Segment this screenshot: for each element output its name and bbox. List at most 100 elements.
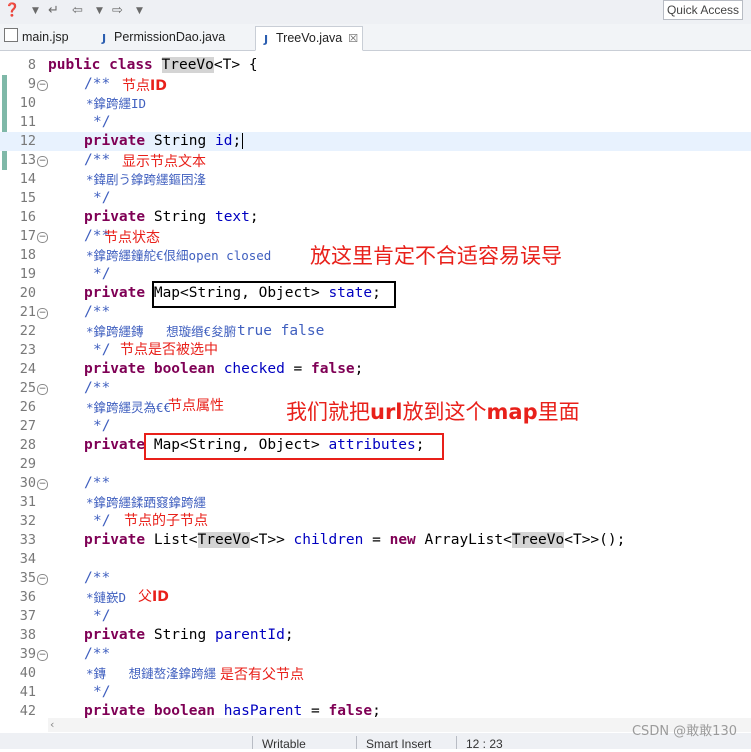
forward-icon[interactable]: ⇨ bbox=[112, 3, 123, 19]
code-line: 36 *鏈嶔D bbox=[0, 588, 751, 607]
code-line: 35 − /** bbox=[0, 569, 751, 588]
line-number: 13 bbox=[19, 152, 36, 168]
annotation-parent-id: 父ID bbox=[138, 589, 169, 605]
annotation-node-attributes: 节点属性 bbox=[168, 398, 224, 414]
code-line: 34 bbox=[0, 550, 751, 569]
tab-permissiondao-java[interactable]: J PermissionDao.java bbox=[98, 26, 225, 49]
line-number: 38 bbox=[19, 627, 36, 643]
line-number: 24 bbox=[19, 361, 36, 377]
line-number: 20 bbox=[19, 285, 36, 301]
text-cursor bbox=[242, 133, 244, 149]
line-number: 16 bbox=[19, 209, 36, 225]
fold-collapse-icon[interactable]: − bbox=[37, 80, 48, 91]
tab-main-jsp[interactable]: main.jsp bbox=[4, 26, 69, 49]
line-number: 37 bbox=[19, 608, 36, 624]
status-separator bbox=[356, 736, 357, 749]
line-number: 27 bbox=[19, 418, 36, 434]
code-line: 22 *鎿跨纆鏄 想璇缗€夋腑 true false bbox=[0, 322, 751, 341]
code-line: 31 *鎿跨纆鍒跴窡鎿跨纆 bbox=[0, 493, 751, 512]
annotation-checked: 节点是否被选中 bbox=[120, 342, 218, 358]
fold-collapse-icon[interactable]: − bbox=[37, 574, 48, 585]
line-content: *鎿跨纆鏄 想璇缗€夋腑 bbox=[86, 324, 237, 339]
line-content: /** bbox=[84, 475, 111, 491]
fold-collapse-icon[interactable]: − bbox=[37, 232, 48, 243]
line-number: 40 bbox=[19, 665, 36, 681]
code-line: 42 private boolean hasParent = false; bbox=[0, 702, 751, 718]
tab-label: main.jsp bbox=[22, 30, 69, 44]
back-icon[interactable]: ⇦ bbox=[72, 3, 83, 19]
line-number: 10 bbox=[19, 95, 36, 111]
status-separator bbox=[252, 736, 253, 749]
code-line-current: 12 private String id; bbox=[0, 132, 751, 151]
line-number: 23 bbox=[19, 342, 36, 358]
code-line: 23 */ bbox=[0, 341, 751, 360]
line-content: public class TreeVo<T> { bbox=[48, 57, 258, 73]
line-number: 15 bbox=[19, 190, 36, 206]
code-line: 9 − /** bbox=[0, 75, 751, 94]
code-line: 32 */ bbox=[0, 512, 751, 531]
quick-access-field[interactable]: Quick Access bbox=[662, 0, 743, 20]
line-number: 17 bbox=[19, 228, 36, 244]
line-content: */ bbox=[93, 266, 111, 282]
line-content: private boolean hasParent = false; bbox=[84, 703, 381, 718]
annotation-misleading-note: 放这里肯定不合适容易误导 bbox=[310, 244, 562, 268]
code-line: 8 public class TreeVo<T> { bbox=[0, 56, 751, 75]
dropdown-icon[interactable]: ▼ bbox=[96, 3, 103, 19]
tab-label: PermissionDao.java bbox=[114, 30, 226, 44]
line-number: 42 bbox=[19, 703, 36, 718]
line-number: 21 bbox=[19, 304, 36, 320]
annotation-children: 节点的子节点 bbox=[124, 513, 208, 529]
line-content: private String parentId; bbox=[84, 627, 294, 643]
last-edit-icon[interactable]: ↵ bbox=[48, 3, 59, 19]
dropdown-icon[interactable]: ▼ bbox=[136, 3, 143, 19]
line-content: */ bbox=[93, 513, 111, 529]
line-number: 30 bbox=[19, 475, 36, 491]
fold-collapse-icon[interactable]: − bbox=[37, 479, 48, 490]
editor-tabs: main.jsp J PermissionDao.java J TreeVo.jav… bbox=[0, 24, 751, 51]
code-line: 14 *鍏剧う鎿跨纆鏂囨湰 bbox=[0, 170, 751, 189]
code-line: 37 */ bbox=[0, 607, 751, 626]
help-icon[interactable]: ❓ bbox=[4, 3, 20, 19]
fold-collapse-icon[interactable]: − bbox=[37, 384, 48, 395]
line-content: *鎿跨纆鐘舵€佷細open closed bbox=[86, 248, 272, 263]
scroll-left-icon[interactable]: ‹ bbox=[50, 718, 54, 732]
main-toolbar: ❓ ▼ ↵ ⇦ ▼ ⇨ ▼ Quick Access bbox=[0, 0, 751, 24]
code-editor[interactable]: 8 public class TreeVo<T> { 9 − /** 10 *鎿… bbox=[0, 51, 751, 718]
line-number: 22 bbox=[19, 323, 36, 339]
annotation-node-id: 节点ID bbox=[122, 78, 167, 94]
line-content: */ bbox=[93, 342, 111, 358]
status-insert-mode: Smart Insert bbox=[366, 737, 432, 751]
line-content: *鎿跨纆鍒跴窡鎿跨纆 bbox=[86, 495, 207, 510]
jsp-file-icon bbox=[4, 28, 18, 42]
line-content: /** bbox=[84, 570, 111, 586]
code-line: 16 private String text; bbox=[0, 208, 751, 227]
line-content: */ bbox=[93, 114, 111, 130]
fold-collapse-icon[interactable]: − bbox=[37, 308, 48, 319]
line-number: 29 bbox=[19, 456, 36, 472]
code-line: 40 *鏄 想鏈嶅湰鎿跨纆 bbox=[0, 664, 751, 683]
line-number: 36 bbox=[19, 589, 36, 605]
dropdown-icon[interactable]: ▼ bbox=[32, 3, 39, 19]
line-number: 9 bbox=[27, 76, 36, 92]
status-separator bbox=[456, 736, 457, 749]
line-content: true false bbox=[237, 323, 325, 339]
fold-collapse-icon[interactable]: − bbox=[37, 650, 48, 661]
fold-collapse-icon[interactable]: − bbox=[37, 156, 48, 167]
annotation-display-text: 显示节点文本 bbox=[122, 154, 206, 170]
line-content: private String text; bbox=[84, 209, 259, 225]
close-icon[interactable]: ☒ bbox=[348, 32, 358, 45]
line-number: 28 bbox=[19, 437, 36, 453]
line-number: 19 bbox=[19, 266, 36, 282]
watermark: CSDN @敢敢130 bbox=[631, 724, 737, 739]
code-line: 15 */ bbox=[0, 189, 751, 208]
tab-treevo-java[interactable]: J TreeVo.java ☒ bbox=[255, 26, 364, 51]
code-line: 24 private boolean checked = false; bbox=[0, 360, 751, 379]
annotation-url-in-map: 我们就把url放到这个map里面 bbox=[286, 400, 580, 424]
line-number: 32 bbox=[19, 513, 36, 529]
line-content: *鏈嶔D bbox=[86, 590, 127, 605]
annotation-node-state: 节点状态 bbox=[104, 230, 160, 246]
line-content: private List<TreeVo<T>> children = new A… bbox=[84, 532, 626, 548]
code-line: 33 private List<TreeVo<T>> children = ne… bbox=[0, 531, 751, 550]
line-number: 12 bbox=[19, 133, 36, 149]
line-number: 14 bbox=[19, 171, 36, 187]
